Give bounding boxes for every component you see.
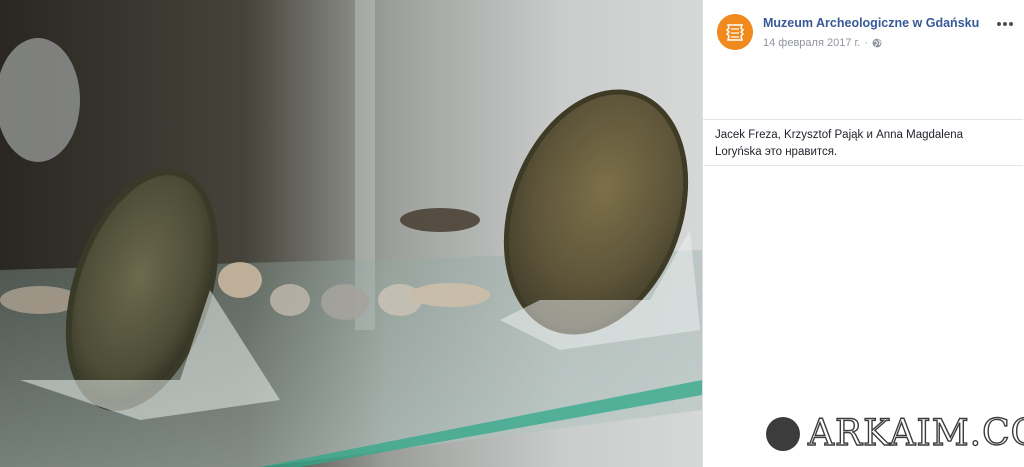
- meta-separator: ·: [864, 37, 868, 49]
- globe-icon[interactable]: [872, 38, 882, 48]
- post-meta: 14 февраля 2017 г. ·: [763, 37, 882, 49]
- likes-divider-bottom: [703, 165, 1023, 166]
- likes-summary[interactable]: Jacek Freza, Krzysztof Pająk и Anna Magd…: [715, 127, 1011, 161]
- more-options-icon[interactable]: [995, 18, 1015, 30]
- watermark-text: ARKAIM.CO: [807, 412, 1024, 454]
- watermark: ARKAIM.CO: [766, 412, 1024, 456]
- more-dot: [1009, 22, 1013, 26]
- post-photo[interactable]: [0, 0, 702, 467]
- page-name-link[interactable]: Muzeum Archeologiczne w Gdańsku: [763, 16, 979, 30]
- more-dot: [997, 22, 1001, 26]
- watermark-circle-icon: [766, 417, 800, 451]
- museum-logo-icon: [717, 14, 753, 50]
- page-avatar[interactable]: [717, 14, 753, 50]
- photo-image: [0, 0, 702, 467]
- post-date[interactable]: 14 февраля 2017 г.: [763, 37, 860, 49]
- post-header: Muzeum Archeologiczne w Gdańsku 14 февра…: [715, 12, 1015, 56]
- more-dot: [1003, 22, 1007, 26]
- likes-divider-top: [703, 119, 1023, 120]
- post-side-panel: Muzeum Archeologiczne w Gdańsku 14 февра…: [702, 0, 1024, 467]
